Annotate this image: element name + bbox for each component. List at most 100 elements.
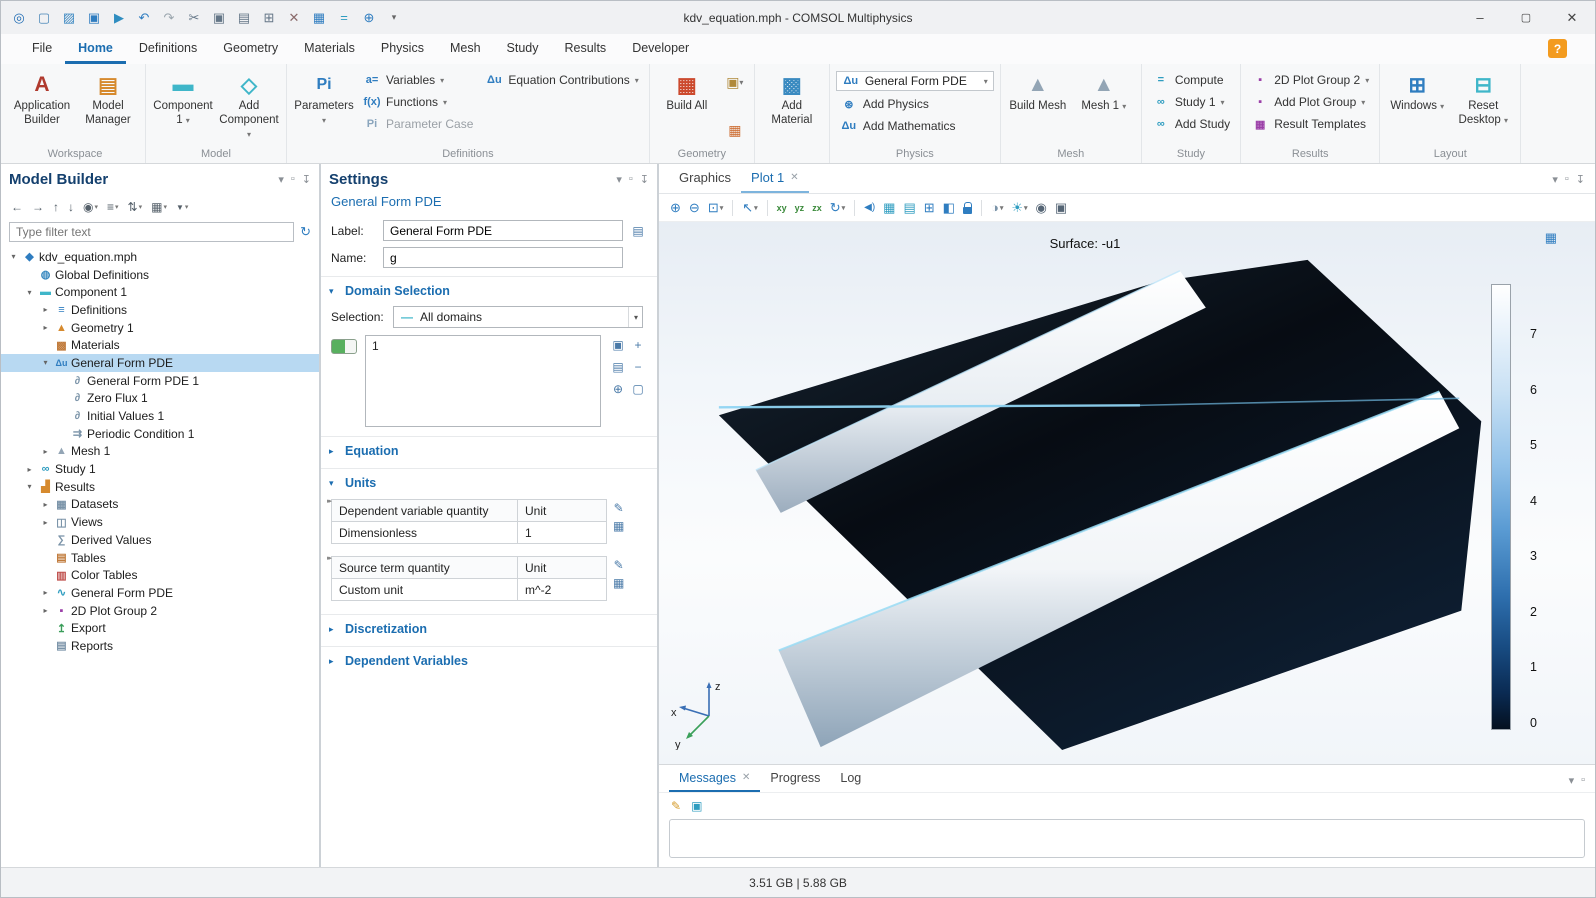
selection-list[interactable]: 1	[365, 335, 601, 427]
tree-item-initial-values-1[interactable]: ∂Initial Values 1	[1, 407, 319, 425]
tree-item-periodic-condition-1[interactable]: ⇉Periodic Condition 1	[1, 425, 319, 443]
sound-icon[interactable]: ◀)	[861, 200, 878, 215]
tab-progress[interactable]: Progress	[760, 765, 830, 792]
panel-pin-icon[interactable]: ↧	[640, 173, 649, 186]
variables-button[interactable]: a= Variables ▾	[359, 71, 477, 89]
physics-interface-select[interactable]: Δu General Form PDE ▾	[836, 71, 994, 91]
redo-icon[interactable]: ↷	[157, 5, 181, 31]
save-icon[interactable]: ▣	[82, 5, 106, 31]
tree-item-component-1[interactable]: ▾▬Component 1	[1, 283, 319, 301]
copy-icon[interactable]: ▣	[207, 5, 231, 31]
section-dependent-variables[interactable]: ▸ Dependent Variables	[321, 646, 657, 673]
build-all-geometry-button[interactable]: ▦ Build All	[656, 67, 718, 114]
view-yz-icon[interactable]: yz	[792, 201, 808, 215]
name-input[interactable]	[383, 247, 623, 268]
add-selection-icon[interactable]: +	[629, 335, 647, 355]
maximize-button[interactable]: ▢	[1503, 1, 1549, 34]
add-component-button[interactable]: ◇ Add Component ▾	[218, 67, 280, 141]
build-mesh-button[interactable]: ▲ Build Mesh	[1007, 67, 1069, 114]
tree-item-study-1[interactable]: ▸∞Study 1	[1, 460, 319, 478]
rename-icon[interactable]: ▤	[629, 222, 647, 240]
tree-item-datasets[interactable]: ▸▦Datasets	[1, 496, 319, 514]
panel-collapse-icon[interactable]: ▾	[1569, 774, 1575, 787]
select-box-icon[interactable]: ▢	[629, 379, 647, 399]
edit-unit-icon[interactable]: ✎	[613, 501, 624, 515]
panel-collapse-icon[interactable]: ▾	[1552, 173, 1558, 186]
node-text-icon[interactable]: ≡▾	[107, 200, 119, 214]
menu-tab-study[interactable]: Study	[494, 34, 552, 64]
tree-chevron-icon[interactable]: ▸	[39, 588, 52, 597]
tab-log[interactable]: Log	[830, 765, 871, 792]
menu-tab-results[interactable]: Results	[552, 34, 620, 64]
tree-item-root[interactable]: ▾◆kdv_equation.mph	[1, 248, 319, 266]
tree-item-zero-flux-1[interactable]: ∂Zero Flux 1	[1, 390, 319, 408]
panel-float-icon[interactable]: ▫	[1581, 774, 1585, 786]
section-equation[interactable]: ▸ Equation	[321, 436, 657, 463]
zoom-extents-icon[interactable]: ⊕	[357, 5, 381, 31]
add-material-button[interactable]: ▩ Add Material	[761, 67, 823, 128]
quantity-cell[interactable]: Custom unit	[332, 579, 518, 601]
panel-float-icon[interactable]: ▫	[629, 173, 633, 186]
show-icon[interactable]: ◉▾	[83, 200, 98, 214]
geometry-parts-icon[interactable]: ▦	[722, 119, 748, 141]
lock-icon[interactable]	[960, 199, 975, 216]
unit-cell[interactable]: 1	[518, 522, 607, 544]
panel-float-icon[interactable]: ▫	[1565, 173, 1569, 185]
snapshot-camera-icon[interactable]: ◉	[1033, 198, 1050, 218]
select-window-icon[interactable]: ◧	[940, 198, 958, 218]
tree-item-views[interactable]: ▸◫Views	[1, 513, 319, 531]
cut-icon[interactable]: ✂	[182, 5, 206, 31]
tree-chevron-icon[interactable]: ▾	[23, 288, 36, 297]
tab-messages[interactable]: Messages ✕	[669, 765, 760, 792]
paste-icon[interactable]: ▤	[232, 5, 256, 31]
tree-chevron-icon[interactable]: ▸	[39, 606, 52, 615]
close-tab-icon[interactable]: ✕	[790, 172, 798, 183]
messages-output-area[interactable]	[669, 819, 1585, 858]
panel-collapse-icon[interactable]: ▾	[616, 173, 622, 186]
tree-item-global-definitions[interactable]: ◍Global Definitions	[1, 266, 319, 284]
tree-item-results[interactable]: ▾▟Results	[1, 478, 319, 496]
image-grid-icon[interactable]: ▦	[880, 198, 898, 218]
tree-chevron-icon[interactable]: ▸	[39, 500, 52, 509]
panel-pin-icon[interactable]: ↧	[302, 173, 311, 186]
compute-button[interactable]: = Compute	[1148, 71, 1234, 89]
tree-item-derived-values[interactable]: ∑Derived Values	[1, 531, 319, 549]
forward-icon[interactable]: →	[32, 200, 44, 214]
menu-tab-file[interactable]: File	[19, 34, 65, 64]
tree-chevron-icon[interactable]: ▾	[23, 482, 36, 491]
menu-tab-mesh[interactable]: Mesh	[437, 34, 494, 64]
back-icon[interactable]: ←	[11, 200, 23, 214]
sort-icon[interactable]: ⇅▾	[128, 200, 143, 214]
view-zx-icon[interactable]: zx	[809, 201, 825, 215]
tree-item-results-general-form-pde[interactable]: ▸∿General Form PDE	[1, 584, 319, 602]
add-physics-button[interactable]: ⊛ Add Physics	[836, 95, 994, 113]
zoom-out-icon[interactable]: ⊖	[686, 198, 703, 218]
help-button[interactable]: ?	[1548, 39, 1567, 58]
table-window-icon[interactable]: ▤	[900, 198, 918, 218]
reset-desktop-button[interactable]: ⊟ Reset Desktop ▾	[1452, 67, 1514, 128]
tree-chevron-icon[interactable]: ▸	[39, 323, 52, 332]
section-discretization[interactable]: ▸ Discretization	[321, 614, 657, 641]
delete-icon[interactable]: ✕	[282, 5, 306, 31]
tab-plot-1[interactable]: Plot 1 ✕	[741, 164, 809, 193]
tree-chevron-icon[interactable]: ▸	[39, 447, 52, 456]
selection-list-item[interactable]: 1	[372, 339, 594, 353]
environment-icon[interactable]: ☀▾	[1008, 198, 1030, 218]
plot-group-2d-2-button[interactable]: ▪ 2D Plot Group 2 ▾	[1247, 71, 1373, 89]
tree-chevron-icon[interactable]: ▸	[39, 305, 52, 314]
unit-table-icon[interactable]: ▦	[613, 576, 624, 590]
compute-icon[interactable]: =	[332, 5, 356, 31]
print-icon[interactable]: ▣	[1052, 198, 1070, 218]
menu-tab-geometry[interactable]: Geometry	[210, 34, 291, 64]
menu-tab-developer[interactable]: Developer	[619, 34, 702, 64]
scene-light-icon[interactable]: ◑▾	[988, 198, 1006, 217]
section-units[interactable]: ▾ Units	[321, 468, 657, 495]
menu-tab-materials[interactable]: Materials	[291, 34, 368, 64]
tree-item-mesh-1[interactable]: ▸▲Mesh 1	[1, 443, 319, 461]
copy-log-icon[interactable]: ▣	[691, 799, 702, 813]
model-manager-button[interactable]: ▤ Model Manager	[77, 67, 139, 128]
menu-tab-home[interactable]: Home	[65, 34, 126, 64]
close-tab-icon[interactable]: ✕	[742, 772, 750, 783]
tree-item-definitions[interactable]: ▸≡Definitions	[1, 301, 319, 319]
panel-collapse-icon[interactable]: ▾	[278, 173, 284, 186]
